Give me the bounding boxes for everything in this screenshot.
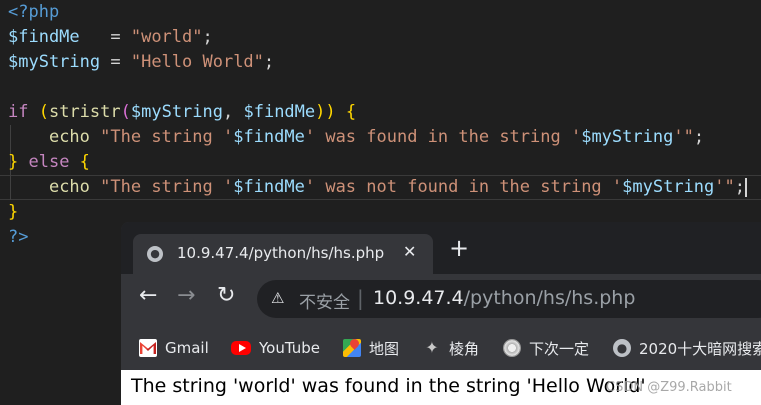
semicolon: ; <box>734 177 745 197</box>
watermark: CSDN @Z99.Rabbit <box>606 380 732 395</box>
bookmark-label: YouTube <box>259 339 320 357</box>
code-line-6: echo "The string '$findMe' was found in … <box>8 125 704 150</box>
variable: $findMe <box>233 177 305 197</box>
globe-icon: ● <box>147 246 163 262</box>
text-cursor <box>745 177 747 197</box>
keyword-else: else <box>18 152 80 172</box>
code-line-3: $myString = "Hello World"; <box>8 50 274 75</box>
gmail-icon <box>139 339 157 357</box>
code-line-9: } <box>8 200 18 225</box>
semicolon: ; <box>693 127 705 147</box>
paren: ( <box>120 102 131 122</box>
code-line-7: } else { <box>8 150 90 175</box>
brace: } <box>8 152 19 172</box>
code-line-1: <?php <box>8 0 59 25</box>
flower-icon <box>503 339 521 357</box>
variable: $myString <box>130 102 223 122</box>
bookmark-label: 下次一定 <box>529 339 590 358</box>
bookmark-darkweb[interactable]: ● 2020十大暗网搜索 <box>613 336 761 360</box>
maps-icon <box>343 339 361 357</box>
globe-icon: ● <box>613 339 631 357</box>
brace: } <box>8 202 19 222</box>
bookmark-ant[interactable]: ✦ 棱角 <box>423 336 479 360</box>
url-host: 10.9.47.4 <box>373 287 464 309</box>
url-text[interactable]: 10.9.47.4/python/hs/hs.php <box>373 287 635 309</box>
operator: = <box>100 52 131 72</box>
keyword-if: if <box>8 102 29 122</box>
string-literal: '" <box>714 177 735 197</box>
tab-strip: ● 10.9.47.4/python/hs/hs.php ✕ + <box>121 222 761 274</box>
function-name: stristr <box>48 102 121 122</box>
close-icon[interactable]: ✕ <box>403 242 416 261</box>
bookmark-gmail[interactable]: Gmail <box>139 336 209 360</box>
warning-icon[interactable]: ⚠ <box>271 289 284 307</box>
variable: $findMe <box>8 27 80 47</box>
bookmark-youtube[interactable]: YouTube <box>231 336 320 360</box>
page-output-text: The string 'world' was found in the stri… <box>131 375 646 397</box>
variable: $myString <box>581 127 674 147</box>
bookmark-next-time[interactable]: 下次一定 <box>503 336 589 360</box>
variable: $findMe <box>233 127 305 147</box>
back-button[interactable]: ← <box>139 284 157 308</box>
variable: $myString <box>8 52 101 72</box>
string-literal: ' was found in the string ' <box>304 127 582 147</box>
string-literal: ' was not found in the string ' <box>304 177 623 197</box>
php-close-tag: ?> <box>8 227 29 247</box>
paren: ( <box>28 102 49 122</box>
bookmark-label: 2020十大暗网搜索 <box>639 339 761 358</box>
code-line-10: ?> <box>8 225 28 250</box>
string-literal: "world" <box>130 27 203 47</box>
variable: $myString <box>622 177 715 197</box>
tab-title: 10.9.47.4/python/hs/hs.php <box>177 244 385 262</box>
youtube-icon <box>231 341 251 355</box>
string-literal: "The string ' <box>89 177 234 197</box>
browser-window: ● 10.9.47.4/python/hs/hs.php ✕ + ← → ↻ ⚠… <box>121 222 761 405</box>
bookmark-label: 地图 <box>369 339 400 358</box>
bookmarks-bar: Gmail YouTube 地图 ✦ 棱角 下次一定 ● 2020十大暗网搜索 <box>121 330 761 366</box>
php-open-tag: <?php <box>8 2 60 22</box>
brace: { <box>79 152 90 172</box>
not-secure-label[interactable]: 不安全 <box>299 288 350 313</box>
paren: )) { <box>315 102 357 122</box>
bookmark-maps[interactable]: 地图 <box>343 336 399 360</box>
bookmark-label: Gmail <box>165 339 209 357</box>
ant-icon: ✦ <box>425 338 439 357</box>
url-separator: | <box>357 286 364 310</box>
keyword-echo: echo <box>48 127 90 147</box>
keyword-echo: echo <box>48 177 90 197</box>
variable: $findMe <box>243 102 316 122</box>
string-literal: '" <box>673 127 694 147</box>
semicolon: ; <box>202 27 213 47</box>
string-literal: "The string ' <box>89 127 234 147</box>
address-bar[interactable]: ⚠ 不安全 | 10.9.47.4/python/hs/hs.php <box>257 280 761 318</box>
new-tab-button[interactable]: + <box>449 236 469 260</box>
bookmark-label: 棱角 <box>449 339 480 358</box>
url-path: /python/hs/hs.php <box>463 287 636 309</box>
code-line-5: if (stristr($myString, $findMe)) { <box>8 100 356 125</box>
code-line-2: $findMe = "world"; <box>8 25 213 50</box>
semicolon: ; <box>263 52 275 72</box>
string-literal: "Hello World" <box>130 52 264 72</box>
comma: , <box>223 102 244 122</box>
tab-hs-php[interactable]: ● 10.9.47.4/python/hs/hs.php ✕ <box>133 234 433 274</box>
reload-button[interactable]: ↻ <box>217 284 235 308</box>
code-line-8: echo "The string '$findMe' was not found… <box>8 175 747 200</box>
forward-button[interactable]: → <box>177 284 195 308</box>
operator: = <box>79 27 131 47</box>
